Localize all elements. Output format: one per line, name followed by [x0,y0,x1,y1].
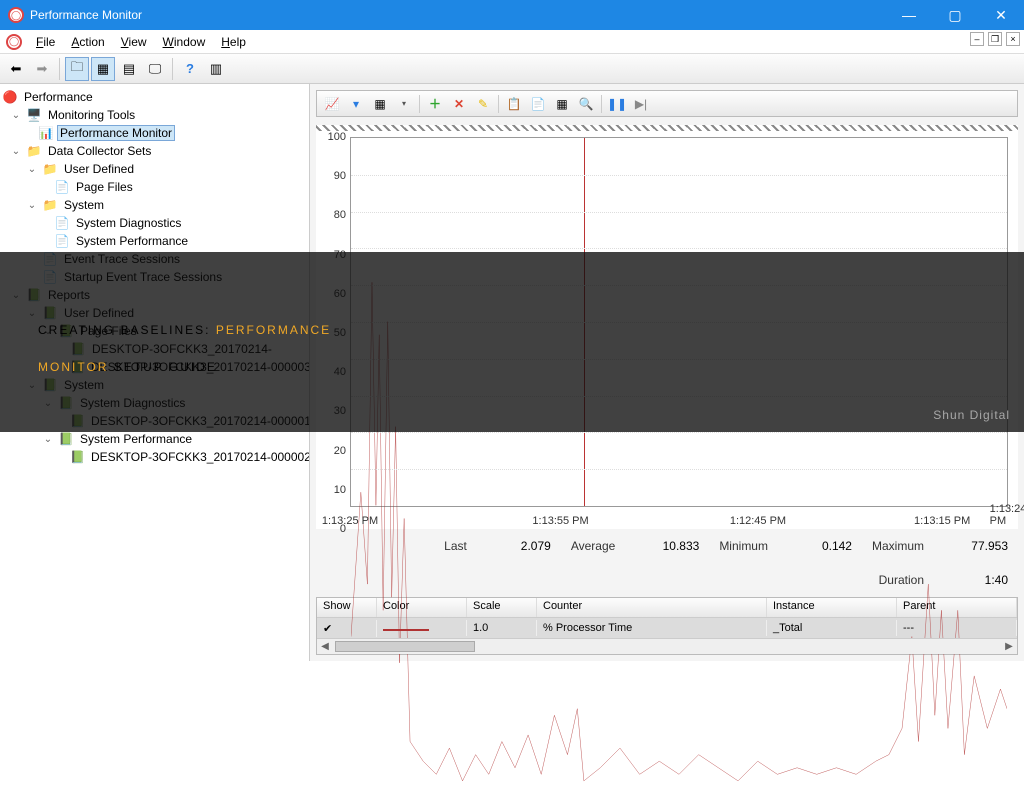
delete-counter-button[interactable]: ✕ [448,94,470,114]
tree-root[interactable]: 🔴Performance [0,88,309,106]
mdi-restore[interactable]: ❐ [988,32,1002,46]
window-title: Performance Monitor [30,8,886,22]
separator [59,58,60,80]
view-data-button[interactable]: ▾ [345,94,367,114]
chart-icon: 📊 [38,125,54,141]
chevron-down-icon[interactable]: ▾ [393,94,415,114]
show-tree-button[interactable]: 🗀 [65,57,89,81]
copy-button[interactable]: 📋 [503,94,525,114]
tree-performance-monitor[interactable]: 📊Performance Monitor [0,124,309,142]
view-report-button[interactable]: ▦ [369,94,391,114]
reports-icon: 📗 [26,287,42,303]
tree-user-defined[interactable]: ⌄📁User Defined [0,160,309,178]
nav-tree[interactable]: 🔴Performance ⌄🖥️Monitoring Tools 📊Perfor… [0,84,310,661]
scroll-left-icon[interactable]: ◀ [317,639,333,654]
tree-r-sysdiag[interactable]: ⌄📗System Diagnostics [0,394,309,412]
minimize-button[interactable]: — [886,0,932,30]
tree-ets[interactable]: 📄Event Trace Sessions [0,250,309,268]
mdi-close[interactable]: × [1006,32,1020,46]
report-icon: 📗 [70,449,85,465]
scroll-thumb[interactable] [335,641,475,652]
tree-r-system[interactable]: ⌄📗System [0,376,309,394]
chart-toolbar: 📈 ▾ ▦ ▾ ＋ ✕ ✎ 📋 📄 ▦ 🔍 ❚❚ ▶| [316,90,1018,117]
chart-plot [350,137,1008,507]
main-area: 🔴Performance ⌄🖥️Monitoring Tools 📊Perfor… [0,84,1024,661]
chart-area[interactable]: 0102030405060708090100 1:13:25 PM1:13:55… [316,125,1018,529]
h-scrollbar[interactable]: ◀ ▶ [317,638,1017,654]
properties-button[interactable]: ▦ [551,94,573,114]
mdi-minimize[interactable]: – [970,32,984,46]
separator [172,58,173,80]
highlight-button[interactable]: ✎ [472,94,494,114]
session-icon: 📄 [42,251,58,267]
view-graph-button[interactable]: 📈 [321,94,343,114]
tree-r-pf2[interactable]: 📗DESKTOP-3OFCKK3_20170214-000003 [0,358,309,376]
view-button-6[interactable]: ▥ [204,57,228,81]
console-toolbar: ⬅ ➡ 🗀 ▦ ▤ 🖵 ? ▥ [0,54,1024,84]
view-button-2[interactable]: ▦ [91,57,115,81]
collector-icon: 📄 [54,215,70,231]
report-icon: 📗 [70,413,85,429]
menu-file[interactable]: File [28,33,63,51]
mdi-controls: – ❐ × [970,32,1020,46]
reports-icon: 📗 [58,431,74,447]
menu-help[interactable]: Help [213,33,254,51]
menu-window[interactable]: Window [155,33,214,51]
freeze-button[interactable]: ❚❚ [606,94,628,114]
forward-button[interactable]: ➡ [30,57,54,81]
properties-button[interactable]: ▤ [117,57,141,81]
paste-button[interactable]: 📄 [527,94,549,114]
zoom-button[interactable]: 🔍 [575,94,597,114]
content-pane: 📈 ▾ ▦ ▾ ＋ ✕ ✎ 📋 📄 ▦ 🔍 ❚❚ ▶| 010203040506… [310,84,1024,661]
tree-r-sd1[interactable]: 📗DESKTOP-3OFCKK3_20170214-000001 [0,412,309,430]
app-icon: ◯ [8,7,24,23]
tree-r-sp1[interactable]: 📗DESKTOP-3OFCKK3_20170214-000002 [0,448,309,466]
session-icon: 📄 [42,269,58,285]
collector-icon: 📄 [54,233,70,249]
app-icon-small: ◯ [6,34,22,50]
reports-icon: 📗 [42,305,58,321]
close-button[interactable]: ✕ [978,0,1024,30]
view-button-4[interactable]: 🖵 [143,57,167,81]
folder-icon: 📁 [26,143,42,159]
tree-sys-perf[interactable]: 📄System Performance [0,232,309,250]
reports-icon: 📗 [42,377,58,393]
titlebar: ◯ Performance Monitor — ▢ ✕ [0,0,1024,30]
separator [601,95,602,113]
tree-sets[interactable]: 📄Startup Event Trace Sessions [0,268,309,286]
perf-icon: 🔴 [2,89,18,105]
tree-monitoring-tools[interactable]: ⌄🖥️Monitoring Tools [0,106,309,124]
folder-icon: 📁 [42,161,58,177]
folder-icon: 🖥️ [26,107,42,123]
tree-system[interactable]: ⌄📁System [0,196,309,214]
collector-icon: 📄 [54,179,70,195]
tree-dcs[interactable]: ⌄📁Data Collector Sets [0,142,309,160]
add-counter-button[interactable]: ＋ [424,94,446,114]
scroll-right-icon[interactable]: ▶ [1001,639,1017,654]
report-icon: 📗 [70,359,85,375]
separator [419,95,420,113]
tree-reports[interactable]: ⌄📗Reports [0,286,309,304]
maximize-button[interactable]: ▢ [932,0,978,30]
help-button[interactable]: ? [178,57,202,81]
tree-sys-diag[interactable]: 📄System Diagnostics [0,214,309,232]
tree-r-sysperf[interactable]: ⌄📗System Performance [0,430,309,448]
separator [498,95,499,113]
reports-icon: 📗 [58,395,74,411]
menu-view[interactable]: View [113,33,155,51]
tree-page-files[interactable]: 📄Page Files [0,178,309,196]
line-series [351,138,1007,794]
tree-r-pf1[interactable]: 📗DESKTOP-3OFCKK3_20170214- [0,340,309,358]
tree-r-userdef[interactable]: ⌄📗User Defined [0,304,309,322]
tree-r-pagefiles[interactable]: ⌄📗Page Files [0,322,309,340]
menu-action[interactable]: Action [63,33,112,51]
back-button[interactable]: ⬅ [4,57,28,81]
folder-icon: 📁 [42,197,58,213]
reports-icon: 📗 [58,323,74,339]
report-icon: 📗 [70,341,86,357]
menubar: ◯ File Action View Window Help – ❐ × [0,30,1024,54]
update-button[interactable]: ▶| [630,94,652,114]
